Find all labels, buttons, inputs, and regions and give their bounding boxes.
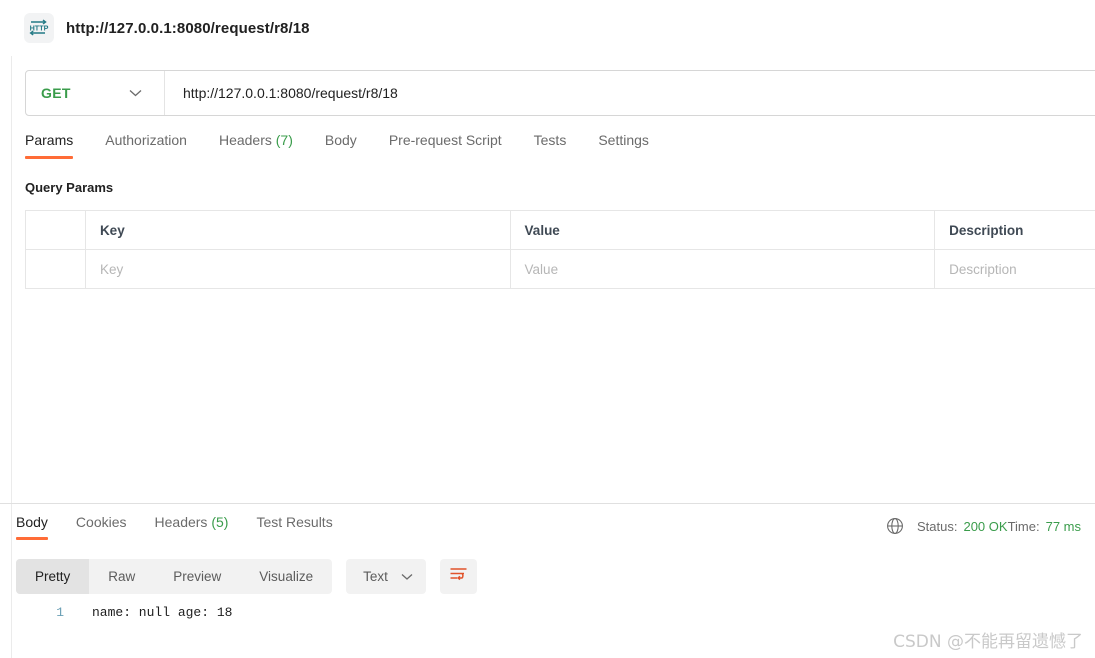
time-label: Time: — [1007, 518, 1040, 534]
tab-authorization[interactable]: Authorization — [105, 132, 187, 159]
url-input[interactable] — [165, 71, 1095, 115]
view-mode-raw[interactable]: Raw — [89, 559, 154, 594]
response-tab-test-results-label: Test Results — [256, 514, 333, 530]
code-line: 1 name: null age: 18 — [16, 602, 1095, 624]
chevron-down-icon — [129, 89, 142, 97]
request-tab-bar: Params Authorization Headers (7) Body Pr… — [25, 132, 649, 166]
request-titlebar: HTTP http://127.0.0.1:8080/request/r8/18 — [0, 0, 1095, 56]
row-checkbox[interactable] — [26, 250, 86, 288]
tab-tests[interactable]: Tests — [534, 132, 567, 159]
response-tab-test-results[interactable]: Test Results — [256, 514, 332, 540]
view-mode-group: Pretty Raw Preview Visualize — [16, 559, 333, 594]
row-value-input[interactable]: Value — [511, 250, 936, 288]
row-description-input[interactable]: Description — [935, 250, 1095, 288]
response-tab-headers-label: Headers — [154, 514, 208, 530]
tab-headers-label: Headers — [218, 132, 272, 148]
view-mode-raw-label: Raw — [108, 569, 136, 584]
table-row[interactable]: Key Value Description — [26, 250, 1095, 289]
wrap-lines-button[interactable] — [439, 559, 477, 594]
page-title: http://127.0.0.1:8080/request/r8/18 — [66, 19, 310, 37]
response-tab-cookies[interactable]: Cookies — [76, 514, 127, 540]
tab-settings-label: Settings — [598, 132, 649, 148]
response-tab-body-label: Body — [16, 514, 48, 530]
url-bar: GET — [25, 70, 1095, 116]
status-badge: 200 OK — [963, 518, 1008, 534]
response-status-bar: Status: 200 OK Time: 77 ms — [886, 517, 1081, 535]
tab-headers-count: (7) — [275, 132, 293, 148]
view-mode-preview-label: Preview — [173, 569, 222, 584]
tab-pre-request-script[interactable]: Pre-request Script — [389, 132, 502, 159]
response-tab-headers-count: (5) — [211, 514, 229, 530]
header-cell-key: Key — [86, 211, 511, 249]
svg-text:HTTP: HTTP — [30, 24, 49, 33]
status-label: Status: — [917, 518, 958, 534]
tab-params-label: Params — [25, 132, 74, 148]
content-type-select[interactable]: Text — [346, 559, 426, 594]
response-format-toolbar: Pretty Raw Preview Visualize Text — [16, 559, 477, 594]
tab-pre-request-script-label: Pre-request Script — [388, 132, 502, 148]
postman-window: HTTP http://127.0.0.1:8080/request/r8/18… — [0, 0, 1095, 658]
header-cell-checkbox — [26, 211, 86, 249]
row-key-input[interactable]: Key — [86, 250, 511, 288]
view-mode-preview[interactable]: Preview — [154, 559, 240, 594]
globe-icon — [886, 517, 904, 535]
wrap-lines-icon — [449, 566, 468, 587]
http-method-select[interactable]: GET — [26, 71, 164, 115]
response-tab-body[interactable]: Body — [16, 514, 48, 540]
panel-divider[interactable] — [0, 503, 1095, 504]
tab-body[interactable]: Body — [325, 132, 357, 159]
watermark: CSDN @不能再留遗憾了 — [893, 632, 1083, 652]
line-content: name: null age: 18 — [92, 605, 233, 620]
left-rail-divider — [11, 0, 12, 658]
tab-tests-label: Tests — [533, 132, 567, 148]
tab-params[interactable]: Params — [25, 132, 74, 159]
view-mode-visualize[interactable]: Visualize — [240, 559, 332, 594]
view-mode-pretty[interactable]: Pretty — [16, 559, 90, 594]
http-method-label: GET — [41, 85, 71, 101]
view-mode-pretty-label: Pretty — [35, 569, 71, 584]
header-cell-value: Value — [511, 211, 936, 249]
response-tab-cookies-label: Cookies — [75, 514, 127, 530]
query-params-title: Query Params — [25, 180, 114, 195]
line-number: 1 — [56, 605, 64, 620]
view-mode-visualize-label: Visualize — [259, 569, 314, 584]
chevron-down-icon — [401, 573, 413, 581]
tab-body-label: Body — [324, 132, 357, 148]
response-tab-headers[interactable]: Headers (5) — [155, 514, 229, 540]
table-header-row: Key Value Description — [26, 211, 1095, 250]
header-cell-description: Description — [949, 222, 1024, 238]
time-value: 77 ms — [1045, 518, 1081, 534]
content-type-label: Text — [363, 569, 388, 584]
http-icon: HTTP — [24, 13, 54, 43]
tab-settings[interactable]: Settings — [598, 132, 649, 159]
tab-headers[interactable]: Headers (7) — [219, 132, 293, 159]
response-tab-bar: Body Cookies Headers (5) Test Results — [16, 514, 361, 546]
query-params-table: Key Value Description Key Value Descript… — [25, 210, 1095, 289]
tab-authorization-label: Authorization — [105, 132, 187, 148]
